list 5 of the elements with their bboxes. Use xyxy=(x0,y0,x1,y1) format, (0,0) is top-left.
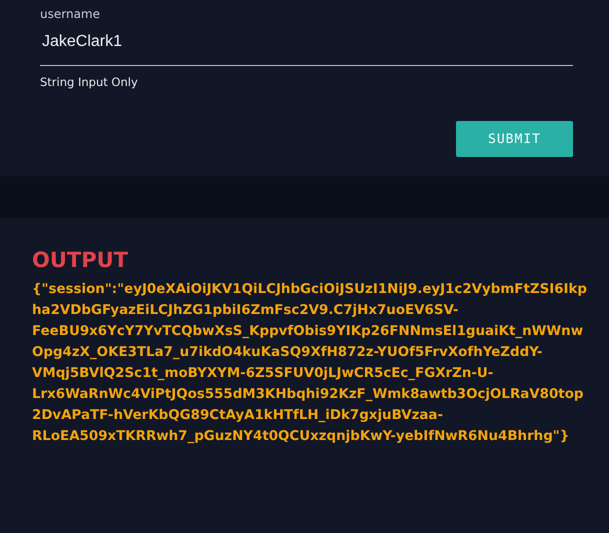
username-field[interactable]: JakeClark1 xyxy=(40,22,573,66)
output-heading: OUTPUT xyxy=(32,248,129,274)
helper-text: String Input Only xyxy=(40,74,139,91)
output-text: {"session":"eyJ0eXAiOiJKV1QiLCJhbGciOiJSUzI1NiJ9.eyJ1c2VybmFtZSI6Ikpha2VDbGFyazEiLCJhZG1pbiI6ZmFsc2V9.C7jHx7uoEV6SV-FeeBU9x6YcY7YvTCQbwXsS_KppvfObis9YIKp26FNNmsEl1guaiKt_nWWnwOpg4zX_OKE3TLa7_u7ikdO4kuKaSQ9XfH872z-YUOf5FrvXofhYeZddY-VMqj5BVlQ2Sc1t_moBYXYM-6Z5SFUV0jLJwCR5cEc_FGXrZn-U-Lrx6WaRnWc4ViPtJQos555dM3KHbqhi92KzF_Wmk8awtb3OcjOLRaV80top2DvAPaTF-hVerKbQG89CtAyA1kHTfLH_iDk7gxjuBVzaa-RLoEA509xTKRRwh7_pGuzNY4t0QCUxzqnjbKwY-yebIfNwR6Nu4Bhrhg"} xyxy=(32,281,588,446)
field-label: username xyxy=(40,6,101,22)
